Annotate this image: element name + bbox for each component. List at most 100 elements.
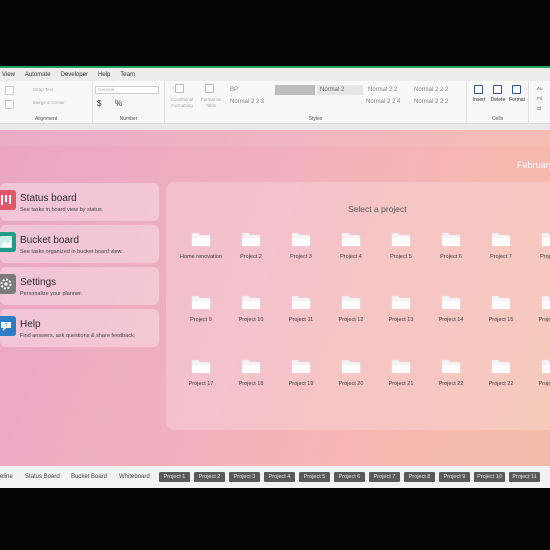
wrap-text-button[interactable]: Wrap Text [33,87,53,92]
menu-developer[interactable]: Developer [61,72,88,78]
settings-card[interactable]: Settings Personalize your planner. [0,267,159,305]
bucket-board-card[interactable]: Bucket board See tasks organized in buck… [0,225,159,263]
canvas-header-band [0,130,550,146]
menu-automate[interactable]: Automate [25,72,51,78]
styles-label: Styles [308,116,323,122]
project-folder[interactable]: Project 19 [276,359,326,388]
sheet-tab-timeline[interactable]: eline [0,472,13,482]
sheet-tab-project[interactable]: Project 9 [439,472,470,482]
project-folder-label: Home renovation [180,254,222,260]
sheet-tab-project[interactable]: Project 5 [299,472,330,482]
project-folder-label: Project 6 [440,254,462,260]
style-cell[interactable] [275,85,315,95]
bucket-board-title: Bucket board [20,235,79,246]
currency-button[interactable]: $ [97,99,101,108]
project-folder-label: Project 16 [538,317,550,323]
project-folder-label: Project 8 [540,254,550,260]
folder-icon [426,295,476,310]
style-cell[interactable]: Normal 2 2 2 [411,97,457,107]
help-title: Help [20,319,41,330]
project-folder-label: Project 4 [340,254,362,260]
sheet-tab-project[interactable]: Project 1 [159,472,190,482]
style-cell[interactable] [275,97,315,107]
project-folder[interactable]: Project 21 [376,359,426,388]
fill-button[interactable]: Fil [537,96,542,101]
style-cell[interactable]: BP [227,85,273,95]
align-icon[interactable] [5,86,14,95]
conditional-formatting-icon[interactable] [175,84,184,93]
project-folder[interactable]: Project 22 [476,359,526,388]
sheet-tab-project[interactable]: Project 8 [404,472,435,482]
folder-icon [276,295,326,310]
status-board-card[interactable]: Status board See tasks in board view by … [0,183,159,221]
project-folder[interactable]: Project 17 [176,359,226,388]
style-cell[interactable]: Normal 2 2 [365,85,411,95]
project-folder[interactable]: Project 4 [326,232,376,261]
indent-icon[interactable] [5,100,14,109]
project-folder[interactable]: Project 6 [426,232,476,261]
style-cell[interactable]: Normal 2 2 2 [411,85,457,95]
format-button[interactable]: Format [506,83,528,113]
style-cell[interactable]: Normal 2 2 3 [227,97,273,107]
sheet-tab-project[interactable]: Project 4 [264,472,295,482]
folder-icon [476,232,526,247]
sheet-tab-project[interactable]: Project 10 [474,472,505,482]
project-folder[interactable]: Project 3 [276,232,326,261]
format-as-table-button[interactable]: Format as Table [199,97,223,109]
folder-icon [526,232,550,247]
project-folder[interactable]: Project 7 [476,232,526,261]
percent-button[interactable]: % [115,99,122,108]
sheet-tab-project[interactable]: Project 11 [509,472,540,482]
style-cell[interactable]: Normal 2 [317,85,363,95]
help-card[interactable]: ? Help Find answers, ask questions & sha… [0,309,159,347]
sheet-tab-project[interactable]: Project 2 [194,472,225,482]
format-as-table-icon[interactable] [205,84,214,93]
conditional-formatting-button[interactable]: Conditional Formatting [167,97,197,109]
project-folder[interactable]: Project 18 [226,359,276,388]
project-folder[interactable]: Project 13 [376,295,426,324]
folder-icon [526,295,550,310]
project-folder[interactable]: Project 8 [526,232,550,261]
help-subtitle: Find answers, ask questions & share feed… [20,333,136,339]
project-folder-label: Project 13 [388,317,414,323]
sheet-tab-project[interactable]: Project 6 [334,472,365,482]
project-folder[interactable]: Project 10 [226,295,276,324]
folder-icon [376,359,426,374]
autosum-button[interactable]: Au [537,86,543,91]
sheet-tab-bucket-board[interactable]: Bucket Board [71,472,107,482]
project-folder[interactable]: Project 11 [276,295,326,324]
sheet-tab-project[interactable]: Project 7 [369,472,400,482]
project-folder[interactable]: Project 16 [526,295,550,324]
number-label: Number [119,116,138,122]
project-folder[interactable]: Project 12 [326,295,376,324]
project-folder[interactable]: Project 15 [476,295,526,324]
project-folder[interactable]: Home renovation [176,232,226,261]
insert-icon [474,85,483,94]
project-folder-label: Project 21 [388,381,414,387]
project-folder[interactable]: Project 14 [426,295,476,324]
bucket-board-subtitle: See tasks organized in bucket board view… [20,249,123,255]
menu-help[interactable]: Help [98,72,110,78]
sheet-tab-whiteboard[interactable]: Whiteboard [119,472,150,482]
project-folder[interactable]: Project 24 [526,359,550,388]
editing-group: Au Fil Cl [529,81,550,124]
menu-view[interactable]: View [2,72,15,78]
merge-center-button[interactable]: Merge & Center [33,100,65,105]
project-folder[interactable]: Project 22 [426,359,476,388]
project-picker-title: Select a project [348,204,407,214]
menu-team[interactable]: Team [120,72,135,78]
number-format-select[interactable]: General [95,86,159,94]
excel-ribbon-area: View Automate Developer Help Team Wrap T… [0,66,550,130]
sheet-tab-status-board[interactable]: Status Board [25,472,60,482]
style-cell[interactable]: Normal 2 2 4 [363,97,409,107]
project-folder-label: Project 2 [240,254,262,260]
ribbon: Wrap Text Merge & Center Alignment Gener… [0,81,550,124]
project-folder[interactable]: Project 5 [376,232,426,261]
clear-button[interactable]: Cl [537,106,541,111]
sheet-tab-project[interactable]: Project 3 [229,472,260,482]
project-folder[interactable]: Project 20 [326,359,376,388]
project-folder-label: Project 5 [390,254,412,260]
project-folder-label: Project 17 [188,381,214,387]
project-folder[interactable]: Project 9 [176,295,226,324]
project-folder[interactable]: Project 2 [226,232,276,261]
